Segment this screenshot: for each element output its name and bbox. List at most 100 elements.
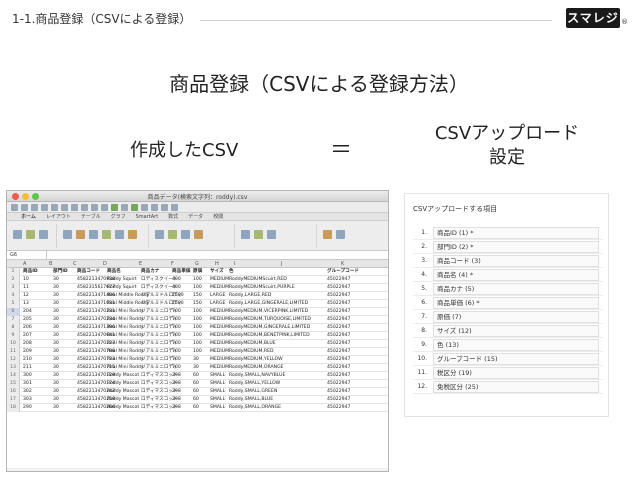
copy-icon[interactable]: [61, 204, 68, 211]
csv-item-label[interactable]: 税区分 (19): [433, 367, 599, 379]
table-cell[interactable]: 700: [172, 348, 181, 356]
table-cell[interactable]: MEDIUM: [210, 356, 229, 364]
csv-item[interactable]: 3. 商品コード (3): [413, 254, 603, 268]
table-cell[interactable]: Roddy Mascot: [107, 404, 139, 412]
csv-item[interactable]: 2. 部門ID (2) *: [413, 240, 603, 254]
gallery-icon[interactable]: [141, 204, 148, 211]
table-cell[interactable]: 30: [53, 380, 59, 388]
column-letter[interactable]: D: [103, 260, 107, 268]
row-number[interactable]: 17: [7, 396, 20, 404]
table-cell[interactable]: MEDIUM: [210, 348, 229, 356]
table-cell[interactable]: 45022947: [327, 372, 350, 380]
table-cell[interactable]: 1500: [172, 300, 184, 308]
text-import-icon[interactable]: [89, 230, 98, 239]
table-cell[interactable]: RoddyMEDIUM,YELLOW: [229, 356, 283, 364]
html-import-icon[interactable]: [128, 230, 137, 239]
column-header-cell[interactable]: 商品単価: [172, 268, 190, 276]
column-header-cell[interactable]: 色: [229, 268, 234, 276]
table-cell[interactable]: 60: [193, 380, 199, 388]
row-number[interactable]: 7: [7, 316, 20, 324]
column-header-cell[interactable]: 部門ID: [53, 268, 68, 276]
consolidate-icon[interactable]: [194, 230, 203, 239]
table-cell[interactable]: 30: [53, 332, 59, 340]
table-cell[interactable]: 298: [172, 372, 181, 380]
ribbon-tab-table[interactable]: テーブル: [81, 213, 101, 220]
new-file-icon[interactable]: [11, 204, 18, 211]
row-number[interactable]: 16: [7, 388, 20, 396]
column-letter[interactable]: C: [73, 260, 77, 268]
table-cell[interactable]: 45022947: [327, 308, 350, 316]
table-cell[interactable]: 13: [23, 300, 29, 308]
table-cell[interactable]: Roddy,SMALL,BLUE: [229, 396, 273, 404]
table-cell[interactable]: 45022947: [327, 380, 350, 388]
table-cell[interactable]: 100: [193, 276, 202, 284]
table-cell[interactable]: Real Mini Roddy: [107, 332, 144, 340]
table-cell[interactable]: 30: [53, 404, 59, 412]
table-cell[interactable]: 700: [172, 308, 181, 316]
table-cell[interactable]: 290: [23, 404, 32, 412]
table-cell[interactable]: 45022947: [327, 404, 350, 412]
zoom-icon[interactable]: [161, 204, 168, 211]
table-cell[interactable]: Real Mini Roddy: [107, 356, 144, 364]
row-number[interactable]: 3: [7, 284, 20, 292]
table-cell[interactable]: RoddyMEDIUM,VICERPINK,LIMITED: [229, 308, 308, 316]
csv-item[interactable]: 12. 免税区分 (25): [413, 380, 603, 394]
undo-icon[interactable]: [91, 204, 98, 211]
save-icon[interactable]: [31, 204, 38, 211]
table-cell[interactable]: 30: [53, 364, 59, 372]
sort-button-icon[interactable]: [13, 230, 22, 239]
ribbon-tab-data[interactable]: データ: [188, 213, 203, 220]
table-cell[interactable]: RoddyMEDIUM,RED: [229, 348, 274, 356]
table-cell[interactable]: 298: [172, 388, 181, 396]
table-cell[interactable]: 45022947: [327, 284, 350, 292]
print-icon[interactable]: [41, 204, 48, 211]
column-letter[interactable]: J: [281, 260, 282, 268]
table-cell[interactable]: 1500: [172, 292, 184, 300]
table-cell[interactable]: 30: [53, 348, 59, 356]
table-cell[interactable]: 209: [23, 348, 32, 356]
csv-item[interactable]: 10. グループコード (15): [413, 352, 603, 366]
row-number[interactable]: 18: [7, 404, 20, 412]
open-file-icon[interactable]: [21, 204, 28, 211]
table-cell[interactable]: SMALL: [210, 396, 225, 404]
csv-item-label[interactable]: 商品ID (1) *: [433, 227, 599, 239]
table-cell[interactable]: 100: [193, 340, 202, 348]
table-cell[interactable]: 30: [53, 284, 59, 292]
table-cell[interactable]: 208: [23, 340, 32, 348]
table-cell[interactable]: 211: [23, 364, 32, 372]
row-number[interactable]: 11: [7, 348, 20, 356]
table-cell[interactable]: 30: [53, 388, 59, 396]
table-cell[interactable]: 60: [193, 372, 199, 380]
table-cell[interactable]: 45022947: [327, 396, 350, 404]
table-cell[interactable]: RoddyMEDIUM,BLUE: [229, 340, 276, 348]
table-cell[interactable]: 45022947: [327, 316, 350, 324]
text-to-columns-icon[interactable]: [155, 230, 164, 239]
table-cell[interactable]: Roddy Mascot: [107, 380, 139, 388]
table-cell[interactable]: Roddy Mascot: [107, 388, 139, 396]
table-cell[interactable]: 100: [193, 284, 202, 292]
ribbon-tab-layout[interactable]: レイアウト: [46, 213, 71, 220]
table-cell[interactable]: RoddyMEDIUM,ORANGE: [229, 364, 284, 372]
table-cell[interactable]: 45022947: [327, 276, 350, 284]
autosum-icon[interactable]: [111, 204, 118, 211]
table-cell[interactable]: Roddy Squirt: [107, 276, 137, 284]
csv-item[interactable]: 1. 商品ID (1) *: [413, 226, 603, 240]
table-cell[interactable]: MEDIUM: [210, 316, 229, 324]
column-letter[interactable]: E: [139, 260, 142, 268]
row-number[interactable]: 12: [7, 356, 20, 364]
ribbon-tab-review[interactable]: 校閲: [213, 213, 223, 220]
table-cell[interactable]: 12: [23, 292, 29, 300]
table-cell[interactable]: 700: [172, 340, 181, 348]
column-header-cell[interactable]: 商品コード: [77, 268, 100, 276]
column-letter[interactable]: I: [234, 260, 235, 268]
table-cell[interactable]: 30: [53, 308, 59, 316]
table-cell[interactable]: RoddyMEDIUM,GINGERALE,LIMITED: [229, 324, 310, 332]
row-number[interactable]: 5: [7, 300, 20, 308]
table-cell[interactable]: MEDIUM: [210, 276, 229, 284]
table-cell[interactable]: 30: [193, 356, 199, 364]
table-cell[interactable]: 45022947: [327, 332, 350, 340]
formula-input[interactable]: [47, 251, 388, 259]
ribbon-tab-smartart[interactable]: SmartArt: [136, 213, 159, 220]
table-cell[interactable]: 30: [53, 372, 59, 380]
row-number[interactable]: 13: [7, 364, 20, 372]
